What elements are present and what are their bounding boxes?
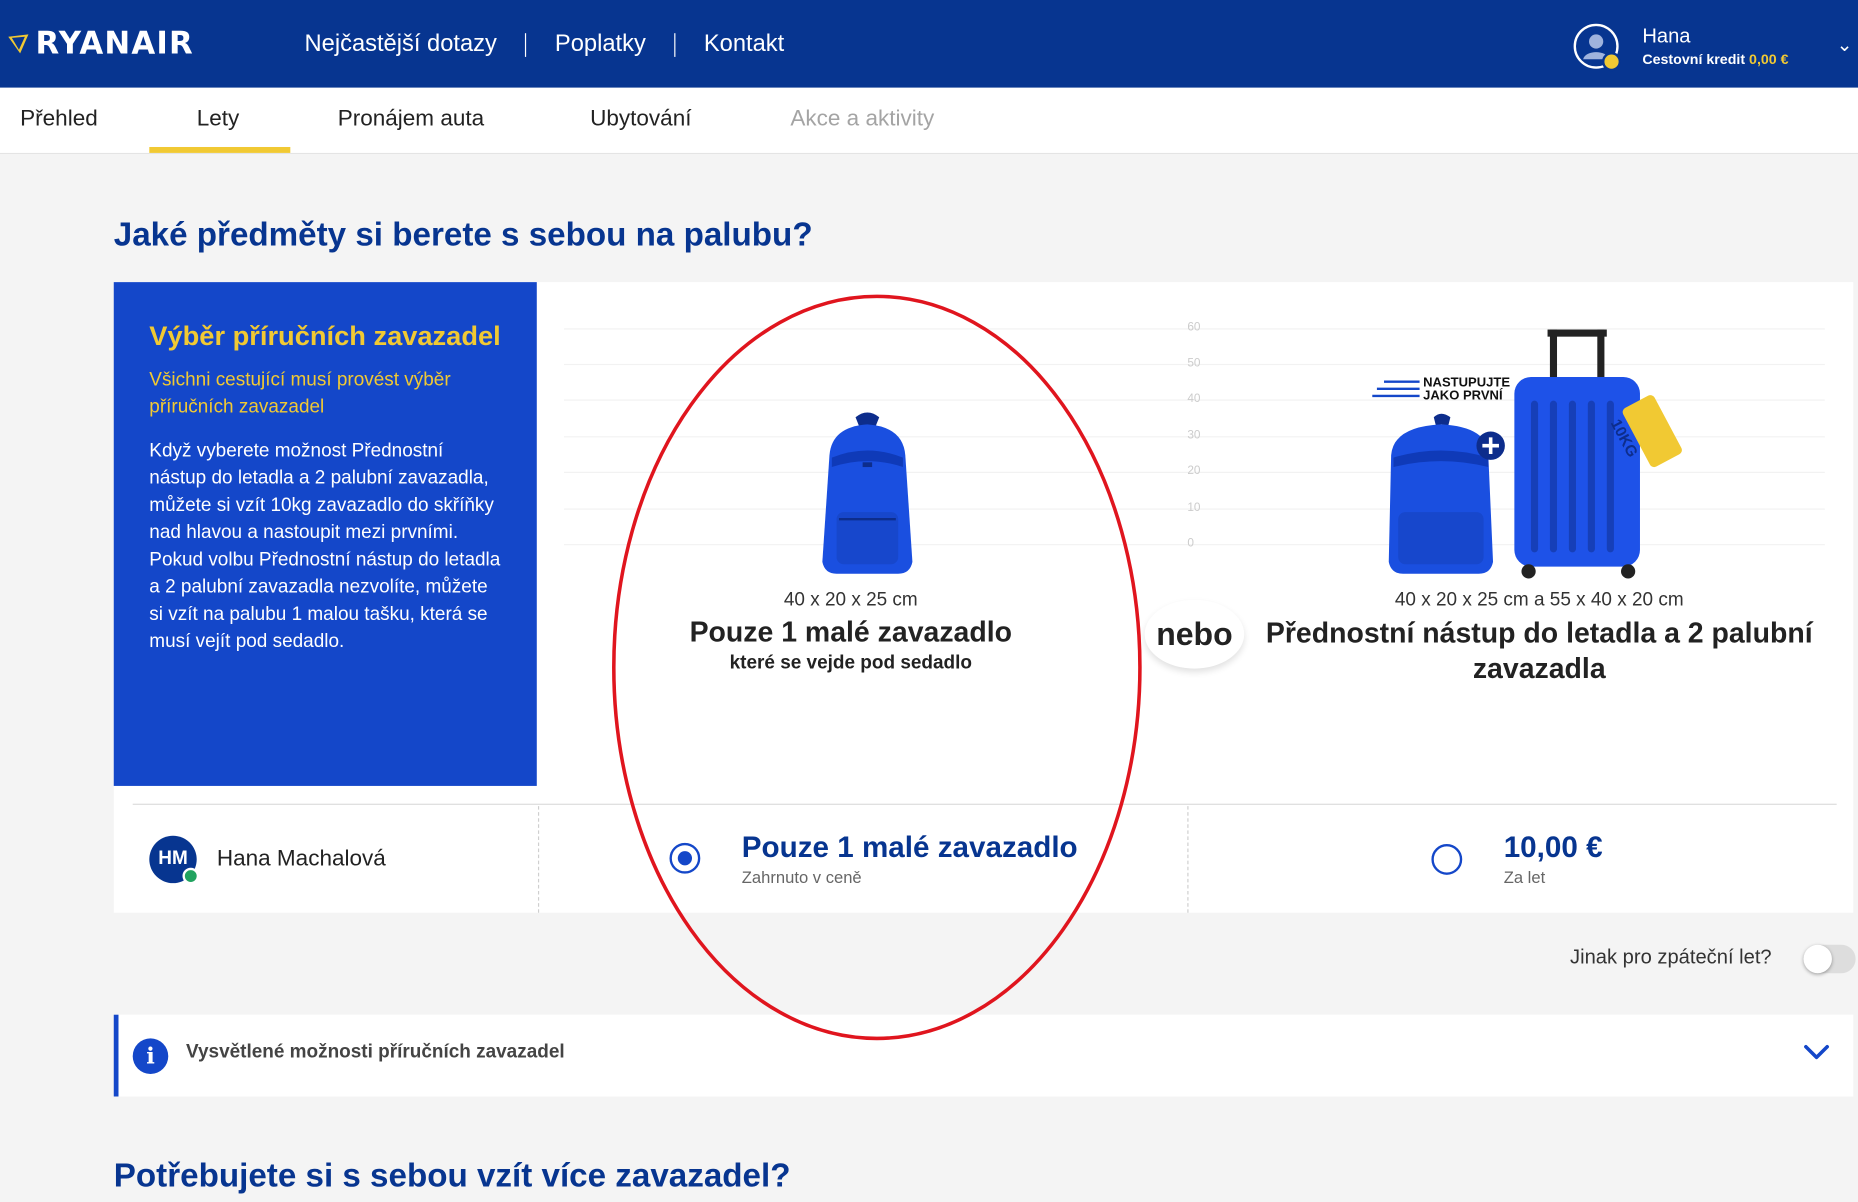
more-bags-title: Potřebujete si s sebou vzít více zavazad…: [113, 1156, 791, 1194]
nav-fees-link[interactable]: Poplatky: [555, 31, 646, 58]
credit-coin-icon: [1602, 52, 1622, 72]
chevron-down-icon[interactable]: [1801, 1041, 1832, 1065]
bag-info-title: Výběr příručních zavazadel: [149, 320, 501, 351]
page: RYANAIR Nejčastější dotazy Poplatky Kont…: [0, 0, 1858, 1202]
bag-info-panel: Výběr příručních zavazadel Všichni cestu…: [113, 282, 537, 786]
return-flight-label: Jinak pro zpáteční let?: [1570, 945, 1772, 969]
ruler-label: 40: [1187, 392, 1201, 406]
top-nav: Nejčastější dotazy Poplatky Kontakt: [305, 31, 785, 58]
ruler-label: 20: [1187, 464, 1201, 478]
chevron-down-icon[interactable]: ⌄: [1837, 33, 1853, 57]
credit-amount: 0,00 €: [1749, 50, 1789, 68]
ruler-label: 60: [1187, 321, 1201, 335]
section-tabs: Přehled Lety Pronájem auta Ubytování Akc…: [0, 87, 1858, 155]
tab-flights[interactable]: Lety: [197, 107, 240, 133]
priority-price[interactable]: 10,00 €: [1504, 831, 1603, 865]
tab-activities: Akce a aktivity: [790, 106, 935, 132]
harp-logo-icon: [8, 34, 29, 54]
passenger-name: Hana Machalová: [216, 846, 386, 872]
priority-bags-illustration: [1372, 329, 1682, 579]
ruler-label: 0: [1187, 536, 1194, 551]
column-divider: [1187, 806, 1189, 913]
column-divider: [537, 806, 540, 913]
priority-price-note: Za let: [1503, 867, 1546, 887]
toggle-knob: [1803, 944, 1832, 974]
user-credit: Cestovní kredit 0,00 €: [1642, 51, 1788, 68]
nav-divider: [525, 32, 527, 57]
ryanair-logo[interactable]: RYANAIR: [7, 26, 194, 62]
ruler-label: 50: [1187, 356, 1201, 370]
nav-faq-link[interactable]: Nejčastější dotazy: [305, 31, 497, 58]
nav-contact-link[interactable]: Kontakt: [704, 31, 784, 58]
credit-label: Cestovní kredit: [1642, 50, 1746, 68]
priority-radio[interactable]: [1431, 844, 1463, 875]
bag-info-subtitle: Všichni cestující musí provést výběr pří…: [149, 369, 451, 418]
return-flight-toggle[interactable]: [1803, 944, 1856, 974]
tab-car-rental[interactable]: Pronájem auta: [338, 107, 484, 133]
priority-badge-line2: JAKO PRVNÍ: [1423, 388, 1503, 404]
brand-name: RYANAIR: [35, 26, 194, 62]
nav-divider: [674, 32, 676, 57]
or-separator: nebo: [1144, 599, 1245, 669]
tab-accommodation[interactable]: Ubytování: [590, 107, 691, 133]
user-menu[interactable]: Hana Cestovní kredit 0,00 € ⌄: [1573, 21, 1853, 72]
user-avatar-icon: [1573, 23, 1622, 72]
ruler-label: 30: [1187, 429, 1201, 443]
priority-dimensions: 40 x 20 x 25 cm a 55 x 40 x 20 cm: [1394, 590, 1684, 611]
priority-title: Přednostní nástup do letadla a 2 palubní…: [1265, 617, 1813, 686]
user-info: Hana Cestovní kredit 0,00 €: [1642, 25, 1788, 68]
ruler-label: 10: [1187, 501, 1201, 515]
annotation-ellipse: [612, 294, 1142, 1041]
top-bar: RYANAIR Nejčastější dotazy Poplatky Kont…: [0, 0, 1858, 88]
bag-info-description: Když vyberete možnost Přednostní nástup …: [149, 440, 501, 652]
check-badge-icon: [182, 867, 200, 885]
active-tab-indicator: [149, 146, 291, 153]
tab-overview[interactable]: Přehled: [20, 107, 98, 133]
page-title: Jaké předměty si berete s sebou na palub…: [113, 215, 813, 253]
priority-badge-text: NASTUPUJTE JAKO PRVNÍ: [1423, 376, 1510, 404]
info-icon: i: [132, 1038, 169, 1074]
explainer-text: Vysvětlené možnosti příručních zavazadel: [186, 1041, 565, 1063]
user-name: Hana: [1642, 24, 1691, 48]
